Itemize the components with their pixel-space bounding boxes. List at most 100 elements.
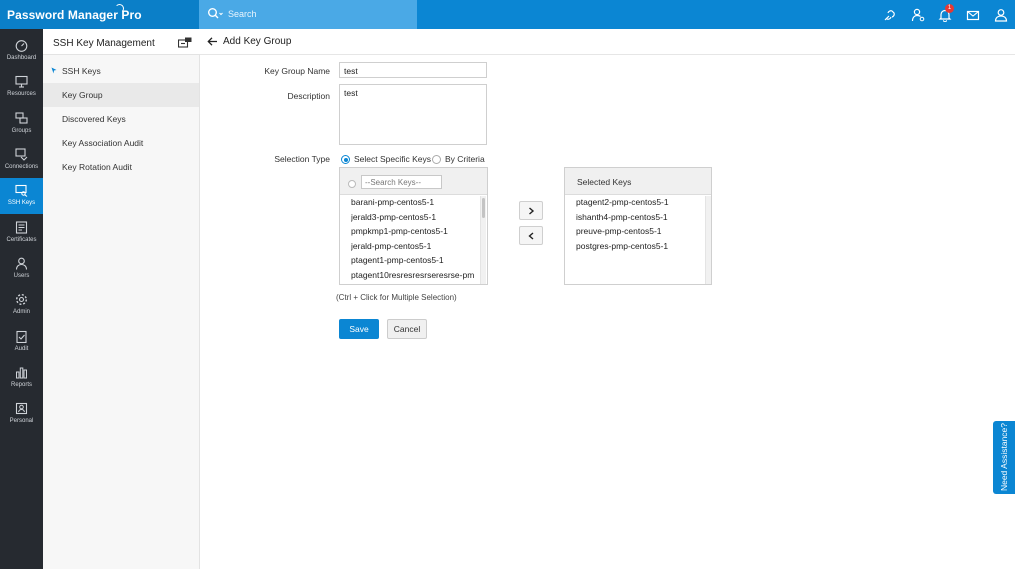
list-item[interactable]: preuve-pmp-centos5-1: [576, 226, 704, 241]
available-keys-panel: --Search Keys-- barani-pmp-centos5-1 jer…: [339, 167, 488, 285]
rail-item-connections[interactable]: Connections: [0, 142, 43, 178]
selected-scrollbar[interactable]: [705, 196, 711, 284]
rail-item-certificates[interactable]: Certificates: [0, 215, 43, 251]
submenu-item-label: Discovered Keys: [62, 114, 126, 124]
group-name-label: Key Group Name: [264, 66, 330, 76]
audit-icon: [16, 330, 27, 343]
scrollbar-thumb[interactable]: [482, 198, 485, 218]
top-bar: Password Manager Pro Search 1: [0, 0, 1015, 29]
group-name-input[interactable]: test: [339, 62, 487, 78]
search-icon: [208, 8, 223, 19]
selected-keys-header: Selected Keys: [565, 168, 711, 195]
search-input[interactable]: Search: [228, 9, 257, 19]
submenu-item-key-association-audit[interactable]: Key Association Audit: [43, 131, 199, 155]
groups-icon: [15, 112, 28, 124]
submenu-item-ssh-keys[interactable]: SSH Keys: [43, 59, 199, 83]
rail-label: Reports: [10, 382, 32, 388]
selected-keys-panel: Selected Keys ptagent2-pmp-centos5-1 ish…: [564, 167, 712, 285]
available-keys-header: --Search Keys--: [340, 168, 487, 195]
rail-label: Users: [13, 273, 30, 279]
rail-label: Admin: [12, 309, 30, 315]
list-item[interactable]: ptagent2-pmp-centos5-1: [576, 197, 704, 212]
available-keys-list[interactable]: barani-pmp-centos5-1 jerald3-pmp-centos5…: [351, 197, 479, 284]
gear-icon: [15, 293, 28, 306]
rail-item-audit[interactable]: Audit: [0, 324, 43, 360]
list-item[interactable]: jerald-pmp-centos5-1: [351, 241, 479, 256]
keys-scrollbar[interactable]: [480, 196, 486, 284]
mail-icon[interactable]: [966, 8, 980, 22]
rail-item-resources[interactable]: Resources: [0, 69, 43, 105]
description-textarea[interactable]: test: [339, 84, 487, 145]
submenu-item-label: SSH Keys: [62, 66, 101, 76]
rail-label: Resources: [7, 91, 36, 97]
submenu-item-label: Key Group: [62, 90, 103, 100]
submenu-item-discovered-keys[interactable]: Discovered Keys: [43, 107, 199, 131]
link-icon[interactable]: [883, 8, 897, 22]
submenu-header: SSH Key Management: [43, 29, 200, 55]
submenu-title: SSH Key Management: [53, 38, 155, 49]
rail-item-groups[interactable]: Groups: [0, 106, 43, 142]
notification-badge: 1: [945, 4, 954, 13]
selected-keys-title: Selected Keys: [577, 177, 632, 187]
submenu-item-label: Key Rotation Audit: [62, 162, 132, 172]
selection-type-label: Selection Type: [274, 154, 330, 164]
ssh-submenu: SSH Key Management SSH Keys Key Group Di…: [43, 29, 200, 569]
rail-item-personal[interactable]: Personal: [0, 396, 43, 432]
move-left-button[interactable]: [519, 226, 543, 245]
users-icon: [15, 257, 28, 270]
list-item[interactable]: jerald3-pmp-centos5-1: [351, 212, 479, 227]
list-item[interactable]: barani-pmp-centos5-1: [351, 197, 479, 212]
user-settings-icon[interactable]: [911, 8, 925, 22]
select-all-checkbox[interactable]: [348, 180, 356, 188]
rail-label: Dashboard: [6, 55, 37, 61]
rail-item-admin[interactable]: Admin: [0, 287, 43, 323]
list-item[interactable]: ptagent10resresresrseresrse-pm: [351, 270, 479, 285]
list-item[interactable]: ptagent1-pmp-centos5-1: [351, 255, 479, 270]
personal-icon: [15, 402, 28, 415]
save-button[interactable]: Save: [339, 319, 379, 339]
rail-item-reports[interactable]: Reports: [0, 360, 43, 396]
key-search-input[interactable]: --Search Keys--: [361, 175, 442, 189]
rail-label: Connections: [4, 164, 39, 170]
monitor-icon: [15, 75, 28, 88]
cancel-button[interactable]: Cancel: [387, 319, 427, 339]
rail-label: Personal: [9, 418, 34, 424]
rail-item-users[interactable]: Users: [0, 251, 43, 287]
icon-rail: Dashboard Resources Groups Connections S…: [0, 29, 43, 569]
list-item[interactable]: pmpkmp1-pmp-centos5-1: [351, 226, 479, 241]
pin-icon: [51, 67, 57, 74]
reports-icon: [16, 367, 27, 379]
list-item[interactable]: ishanth4-pmp-centos5-1: [576, 212, 704, 227]
user-icon[interactable]: [994, 8, 1008, 22]
rail-label: Audit: [14, 346, 29, 352]
radio-select-specific-keys[interactable]: [341, 155, 350, 164]
rail-item-ssh-keys[interactable]: SSH Keys: [0, 178, 43, 214]
back-arrow-icon[interactable]: [207, 36, 218, 47]
rail-label: Groups: [11, 128, 32, 134]
list-item[interactable]: postgres-pmp-centos5-1: [576, 241, 704, 256]
radio-label-specific: Select Specific Keys: [354, 154, 432, 164]
search-bar[interactable]: Search: [199, 0, 417, 29]
rail-label: SSH Keys: [7, 200, 36, 206]
brand-swoosh-icon: [115, 4, 124, 13]
rail-item-dashboard[interactable]: Dashboard: [0, 33, 43, 69]
ssh-keys-icon: [15, 184, 28, 197]
connections-icon: [15, 148, 28, 161]
certificate-icon: [15, 221, 28, 234]
submenu-item-key-rotation-audit[interactable]: Key Rotation Audit: [43, 155, 199, 179]
submenu-item-key-group[interactable]: Key Group: [43, 83, 199, 107]
need-assistance-label: Need Assistance?: [999, 422, 1009, 492]
description-label: Description: [287, 91, 330, 101]
multi-select-hint: (Ctrl + Click for Multiple Selection): [336, 293, 457, 302]
rail-label: Certificates: [6, 237, 37, 243]
chevron-right-icon: [529, 207, 535, 215]
brand-logo[interactable]: Password Manager Pro: [0, 0, 199, 29]
need-assistance-tab[interactable]: Need Assistance?: [993, 421, 1015, 494]
add-key-icon[interactable]: [178, 37, 192, 48]
radio-by-criteria[interactable]: [432, 155, 441, 164]
move-right-button[interactable]: [519, 201, 543, 220]
chevron-left-icon: [528, 232, 534, 240]
radio-label-criteria: By Criteria: [445, 154, 485, 164]
submenu-item-label: Key Association Audit: [62, 138, 144, 148]
selected-keys-list[interactable]: ptagent2-pmp-centos5-1 ishanth4-pmp-cent…: [576, 197, 704, 255]
